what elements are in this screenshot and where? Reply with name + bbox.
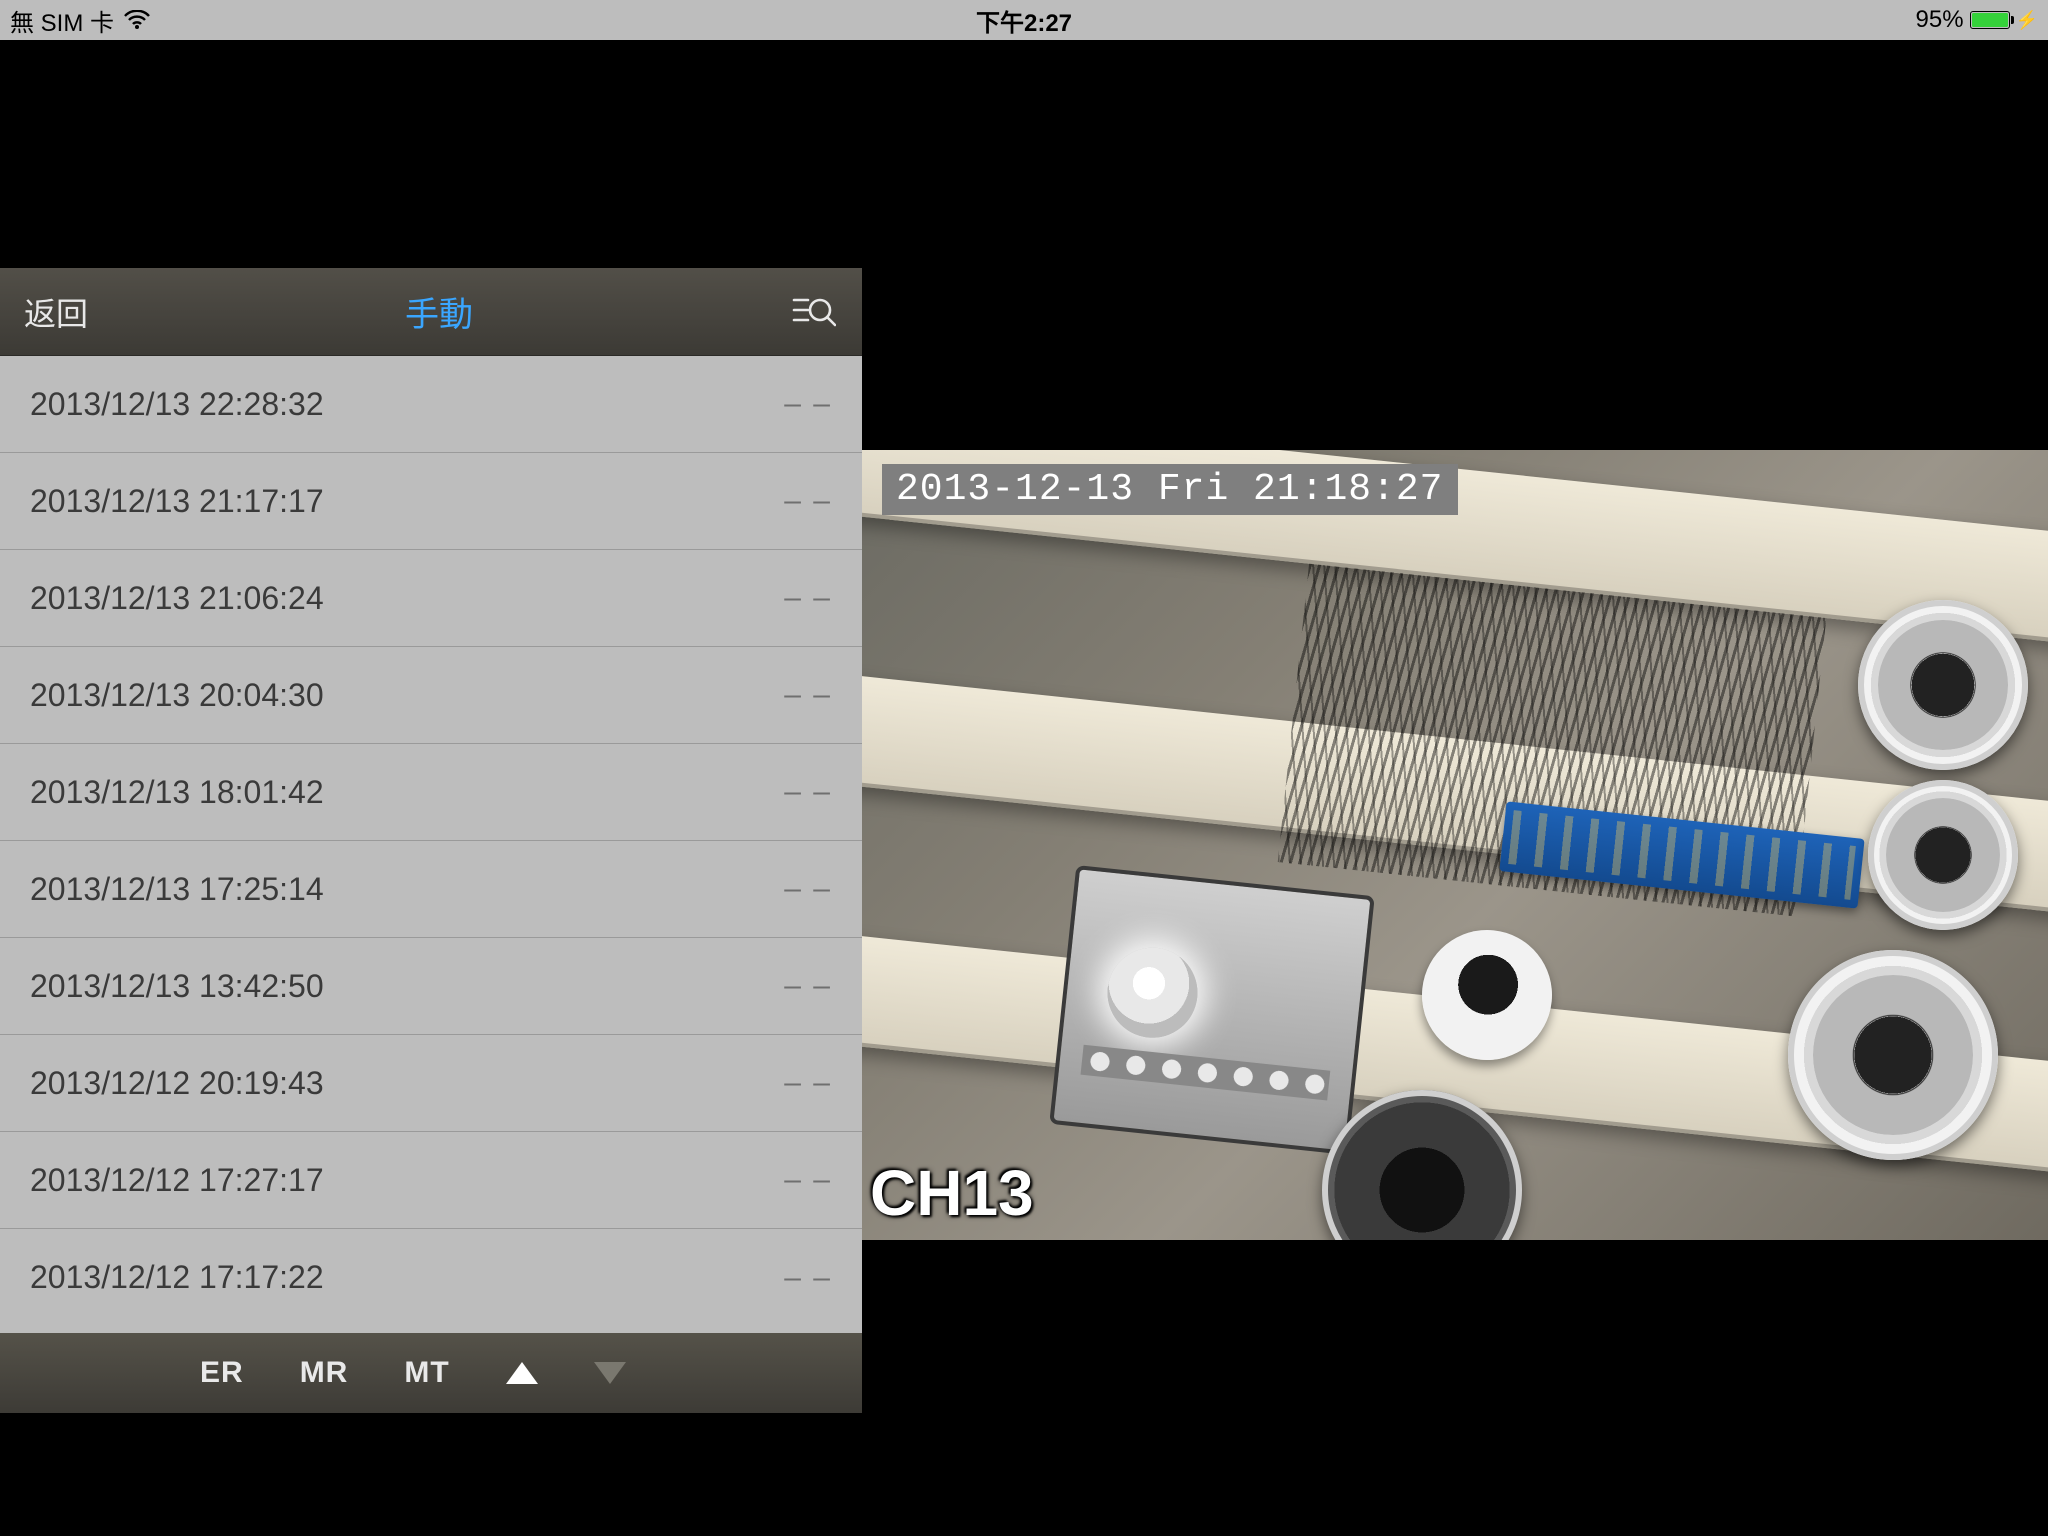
event-timestamp: 2013/12/13 21:06:24 [30,580,324,617]
list-search-icon [792,292,836,332]
event-timestamp: 2013/12/13 13:42:50 [30,968,324,1005]
footer-mt-button[interactable]: MT [404,1356,449,1390]
event-timestamp: 2013/12/13 18:01:42 [30,774,324,811]
battery-percent: 95% [1916,6,1964,34]
carrier-text: 無 SIM 卡 [10,3,114,38]
footer-mr-button[interactable]: MR [300,1356,349,1390]
page-down-button[interactable] [594,1362,626,1384]
event-timestamp: 2013/12/13 20:04:30 [30,677,324,714]
event-row[interactable]: 2013/12/13 22:28:32 – – [0,356,862,453]
event-mark: – – [784,1163,832,1197]
status-time: 下午2:27 [976,3,1072,38]
event-row[interactable]: 2013/12/13 21:17:17 – – [0,453,862,550]
dvr-unit [1049,865,1375,1155]
event-list[interactable]: 2013/12/13 22:28:32– –2013/12/13 21:17:1… [0,356,862,1333]
event-timestamp: 2013/12/13 22:28:32 [30,386,324,423]
panel-title: 手動 [405,287,473,336]
footer-er-button[interactable]: ER [200,1356,244,1390]
status-right: 95% ⚡ [1916,6,2038,34]
event-mark: – – [784,387,832,421]
event-row[interactable]: 2013/12/12 17:27:17 – – [0,1132,862,1229]
event-mark: – – [784,969,832,1003]
event-timestamp: 2013/12/12 17:27:17 [30,1162,324,1199]
event-mark: – – [784,484,832,518]
event-timestamp: 2013/12/13 17:25:14 [30,871,324,908]
back-button[interactable]: 返回 [24,289,88,335]
status-left: 無 SIM 卡 [10,3,150,38]
event-row[interactable]: 2013/12/12 17:17:22 – – [0,1229,862,1326]
event-mark: – – [784,1066,832,1100]
ios-status-bar: 無 SIM 卡 下午2:27 95% ⚡ [0,0,2048,40]
panel-header: 返回 手動 [0,268,862,356]
video-preview[interactable]: 2013-12-13 Fri 21:18:27 CH13 [862,450,2048,1240]
event-row[interactable]: 2013/12/13 17:25:14 – – [0,841,862,938]
event-mark: – – [784,581,832,615]
event-mark: – – [784,678,832,712]
event-timestamp: 2013/12/13 21:17:17 [30,483,324,520]
osd-timestamp: 2013-12-13 Fri 21:18:27 [882,464,1458,515]
event-row[interactable]: 2013/12/13 20:04:30 – – [0,647,862,744]
event-mark: – – [784,775,832,809]
wifi-icon [124,10,150,30]
event-row[interactable]: 2013/12/13 18:01:42 – – [0,744,862,841]
camera-icon [1858,600,2028,770]
battery-icon [1970,11,2010,29]
event-mark: – – [784,872,832,906]
camera-icon [1868,780,2018,930]
event-row[interactable]: 2013/12/13 13:42:50 – – [0,938,862,1035]
charging-icon: ⚡ [2016,11,2038,29]
event-row[interactable]: 2013/12/12 20:19:43 – – [0,1035,862,1132]
search-button[interactable] [790,288,838,336]
event-mark: – – [784,1261,832,1295]
app-stage: 返回 手動 2013/12/13 22:28:32– –2013/12/13 2… [0,40,2048,1536]
event-list-panel: 返回 手動 2013/12/13 22:28:32– –2013/12/13 2… [0,268,862,1413]
event-timestamp: 2013/12/12 17:17:22 [30,1259,324,1296]
panel-footer: ER MR MT [0,1333,862,1413]
page-up-button[interactable] [506,1362,538,1384]
osd-channel-label: CH13 [870,1156,1034,1230]
event-row[interactable]: 2013/12/13 21:06:24 – – [0,550,862,647]
event-timestamp: 2013/12/12 20:19:43 [30,1065,324,1102]
camera-icon [1788,950,1998,1160]
